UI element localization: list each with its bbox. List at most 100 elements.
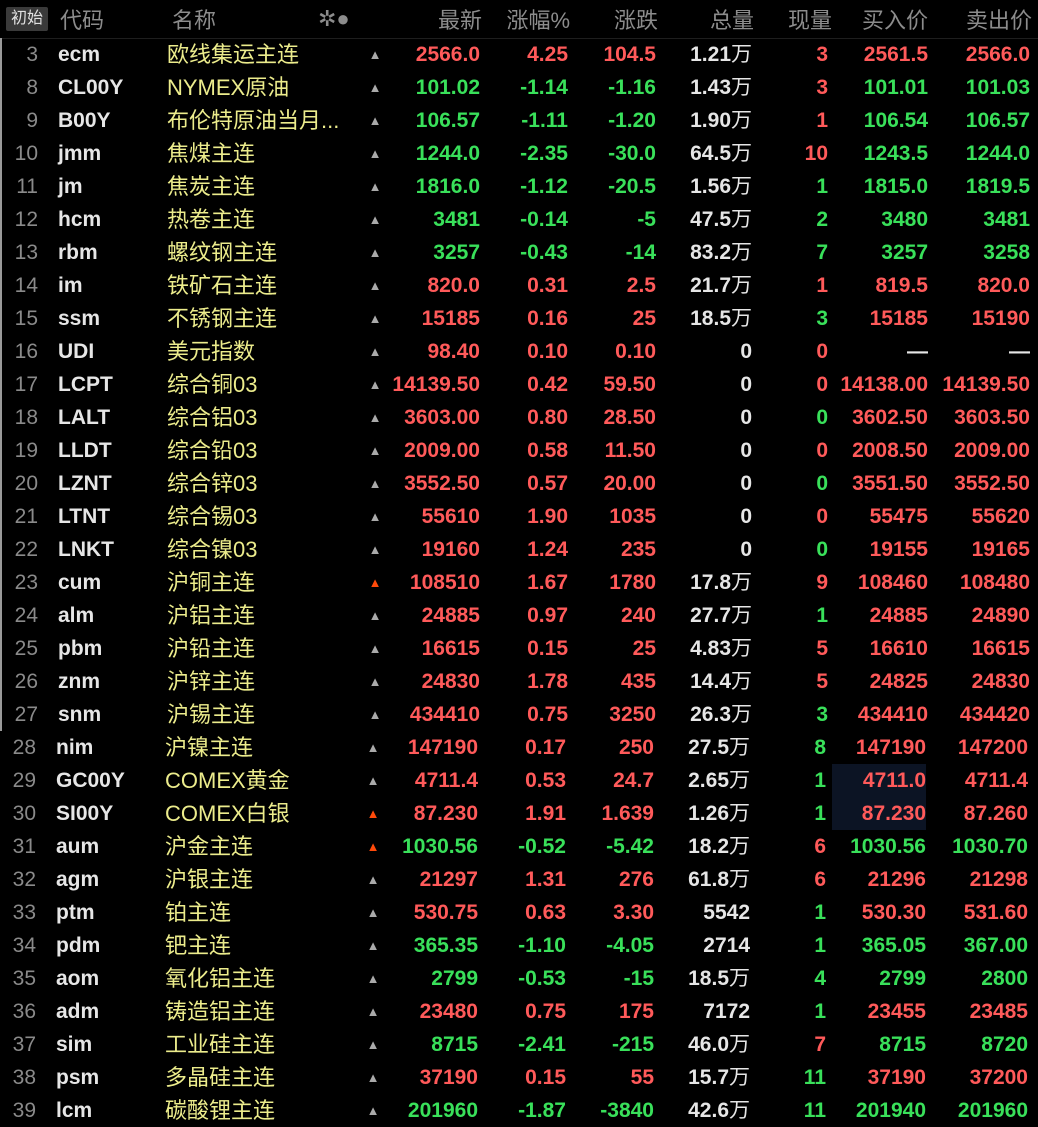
contract-code: ptm (56, 901, 95, 924)
volume-value: 61.8 (688, 868, 729, 891)
table-row[interactable]: 10 jmm 焦煤主连 ▲ 1244.0 -2.35 -30.0 64.5万 10 1243.5 1… (0, 137, 1038, 170)
table-row[interactable]: 27 snm 沪锡主连 ▲ 434410 0.75 3250 26.3万 3 434410 4344… (0, 698, 1038, 731)
last-price: 23480 (419, 1000, 478, 1023)
sort-toggle-icon[interactable]: ✲● (318, 6, 350, 32)
last-price: 14139.50 (392, 373, 480, 396)
bid-price: 106.54 (863, 109, 928, 132)
alert-bell-icon[interactable]: ▲ (366, 335, 384, 368)
alert-bell-icon[interactable]: ▲ (366, 533, 384, 566)
table-row[interactable]: 38 psm 多晶硅主连 ▲ 37190 0.15 55 15.7万 11 37190 37200 (0, 1061, 1038, 1094)
ask-price: 820.0 (977, 274, 1030, 297)
header-ask[interactable]: 卖出价 (934, 3, 1032, 35)
table-row[interactable]: 37 sim 工业硅主连 ▲ 8715 -2.41 -215 46.0万 7 8715 8720 (0, 1028, 1038, 1061)
alert-bell-icon[interactable]: ▲ (366, 203, 384, 236)
alert-bell-icon[interactable]: ▲ (366, 269, 384, 302)
header-pct[interactable]: 涨幅% (486, 3, 570, 35)
table-row[interactable]: 20 LZNT 综合锌03 ▲ 3552.50 0.57 20.00 0 0 3551.50 355… (0, 467, 1038, 500)
table-row[interactable]: 16 UDI 美元指数 ▲ 98.40 0.10 0.10 0 0 — — (0, 335, 1038, 368)
alert-bell-icon[interactable]: ▲ (364, 1061, 382, 1094)
alert-bell-icon[interactable]: ▲ (366, 500, 384, 533)
table-row[interactable]: 32 agm 沪银主连 ▲ 21297 1.31 276 61.8万 6 21296 21298 (0, 863, 1038, 896)
alert-bell-icon[interactable]: ▲ (366, 632, 384, 665)
contract-name: 综合锌03 (167, 471, 258, 496)
volume-value: 0 (740, 472, 752, 495)
total-volume: 18.5万 (660, 962, 750, 995)
total-volume: 15.7万 (660, 1061, 750, 1094)
alert-bell-icon[interactable]: ▲ (364, 1094, 382, 1127)
alert-bell-icon[interactable]: ▲ (364, 764, 382, 797)
header-code[interactable]: 代码 (60, 3, 104, 35)
alert-bell-icon[interactable]: ▲ (366, 71, 384, 104)
alert-bell-icon[interactable]: ▲ (366, 104, 384, 137)
table-row[interactable]: 8 CL00Y NYMEX原油 ▲ 101.02 -1.14 -1.16 1.43万 3 101.… (0, 71, 1038, 104)
table-row[interactable]: 30 SI00Y COMEX白银 ▲ 87.230 1.91 1.639 1.26万 1 87.2… (0, 797, 1038, 830)
alert-bell-icon[interactable]: ▲ (366, 566, 384, 599)
alert-bell-icon[interactable]: ▲ (366, 170, 384, 203)
table-row[interactable]: 18 LALT 综合铝03 ▲ 3603.00 0.80 28.50 0 0 3602.50 360… (0, 401, 1038, 434)
alert-bell-icon[interactable]: ▲ (364, 797, 382, 830)
current-volume: 1 (816, 109, 828, 132)
change-percent: 0.63 (525, 901, 566, 924)
table-row[interactable]: 17 LCPT 综合铜03 ▲ 14139.50 0.42 59.50 0 0 14138.00 1… (0, 368, 1038, 401)
alert-bell-icon[interactable]: ▲ (364, 929, 382, 962)
alert-bell-icon[interactable]: ▲ (364, 731, 382, 764)
contract-code: jm (58, 175, 83, 198)
table-row[interactable]: 3 ecm 欧线集运主连 ▲ 2566.0 4.25 104.5 1.21万 3 2561.5 25… (0, 38, 1038, 71)
init-button[interactable]: 初始 (6, 7, 49, 31)
table-row[interactable]: 29 GC00Y COMEX黄金 ▲ 4711.4 0.53 24.7 2.65万 1 4711.… (0, 764, 1038, 797)
header-bid[interactable]: 买入价 (832, 3, 928, 35)
alert-bell-icon[interactable]: ▲ (366, 467, 384, 500)
table-row[interactable]: 11 jm 焦炭主连 ▲ 1816.0 -1.12 -20.5 1.56万 1 1815.0 181… (0, 170, 1038, 203)
last-price: 106.57 (415, 109, 480, 132)
table-row[interactable]: 13 rbm 螺纹钢主连 ▲ 3257 -0.43 -14 83.2万 7 3257 3258 (0, 236, 1038, 269)
table-row[interactable]: 19 LLDT 综合铅03 ▲ 2009.00 0.58 11.50 0 0 2008.50 200… (0, 434, 1038, 467)
table-row[interactable]: 21 LTNT 综合锡03 ▲ 55610 1.90 1035 0 0 55475 55620 (0, 500, 1038, 533)
volume-unit: 万 (731, 670, 752, 693)
table-row[interactable]: 31 aum 沪金主连 ▲ 1030.56 -0.52 -5.42 18.2万 6 1030.56… (0, 830, 1038, 863)
volume-unit: 万 (731, 604, 752, 627)
alert-bell-icon[interactable]: ▲ (366, 302, 384, 335)
header-vol[interactable]: 总量 (660, 3, 754, 35)
header-cur[interactable]: 现量 (770, 3, 832, 35)
header-chg[interactable]: 涨跌 (574, 3, 658, 35)
table-row[interactable]: 22 LNKT 综合镍03 ▲ 19160 1.24 235 0 0 19155 19165 (0, 533, 1038, 566)
ask-price: 3258 (983, 241, 1030, 264)
table-row[interactable]: 23 cum 沪铜主连 ▲ 108510 1.67 1780 17.8万 9 108460 1084… (0, 566, 1038, 599)
table-row[interactable]: 39 lcm 碳酸锂主连 ▲ 201960 -1.87 -3840 42.6万 11 201940… (0, 1094, 1038, 1127)
volume-value: 0 (740, 439, 752, 462)
table-row[interactable]: 33 ptm 铂主连 ▲ 530.75 0.63 3.30 5542 1 530.30 531.60 (0, 896, 1038, 929)
alert-bell-icon[interactable]: ▲ (366, 401, 384, 434)
table-row[interactable]: 35 aom 氧化铝主连 ▲ 2799 -0.53 -15 18.5万 4 2799 2800 (0, 962, 1038, 995)
volume-unit: 万 (731, 43, 752, 66)
alert-bell-icon[interactable]: ▲ (364, 962, 382, 995)
alert-bell-icon[interactable]: ▲ (364, 863, 382, 896)
alert-bell-icon[interactable]: ▲ (366, 599, 384, 632)
table-row[interactable]: 14 im 铁矿石主连 ▲ 820.0 0.31 2.5 21.7万 1 819.5 820.0 (0, 269, 1038, 302)
table-row[interactable]: 28 nim 沪镍主连 ▲ 147190 0.17 250 27.5万 8 147190 14720… (0, 731, 1038, 764)
header-name[interactable]: 名称 (172, 3, 216, 35)
alert-bell-icon[interactable]: ▲ (366, 698, 384, 731)
table-row[interactable]: 12 hcm 热卷主连 ▲ 3481 -0.14 -5 47.5万 2 3480 3481 (0, 203, 1038, 236)
total-volume: 1.56万 (662, 170, 752, 203)
alert-bell-icon[interactable]: ▲ (366, 434, 384, 467)
alert-bell-icon[interactable]: ▲ (366, 137, 384, 170)
alert-bell-icon[interactable]: ▲ (366, 236, 384, 269)
alert-bell-icon[interactable]: ▲ (366, 38, 384, 71)
table-row[interactable]: 25 pbm 沪铅主连 ▲ 16615 0.15 25 4.83万 5 16610 16615 (0, 632, 1038, 665)
ask-price: 19165 (971, 538, 1030, 561)
table-row[interactable]: 24 alm 沪铝主连 ▲ 24885 0.97 240 27.7万 1 24885 24890 (0, 599, 1038, 632)
table-row[interactable]: 36 adm 铸造铝主连 ▲ 23480 0.75 175 7172 1 23455 23485 (0, 995, 1038, 1028)
alert-bell-icon[interactable]: ▲ (366, 368, 384, 401)
contract-code: B00Y (58, 109, 111, 132)
alert-bell-icon[interactable]: ▲ (364, 830, 382, 863)
change-amount: -30.0 (608, 142, 656, 165)
table-row[interactable]: 26 znm 沪锌主连 ▲ 24830 1.78 435 14.4万 5 24825 24830 (0, 665, 1038, 698)
header-last[interactable]: 最新 (390, 3, 482, 35)
alert-bell-icon[interactable]: ▲ (366, 665, 384, 698)
table-row[interactable]: 9 B00Y 布伦特原油当月... ▲ 106.57 -1.11 -1.20 1.90万 1 10… (0, 104, 1038, 137)
alert-bell-icon[interactable]: ▲ (364, 995, 382, 1028)
table-row[interactable]: 15 ssm 不锈钢主连 ▲ 15185 0.16 25 18.5万 3 15185 15190 (0, 302, 1038, 335)
alert-bell-icon[interactable]: ▲ (364, 896, 382, 929)
table-row[interactable]: 34 pdm 钯主连 ▲ 365.35 -1.10 -4.05 2714 1 365.05 367.… (0, 929, 1038, 962)
alert-bell-icon[interactable]: ▲ (364, 1028, 382, 1061)
